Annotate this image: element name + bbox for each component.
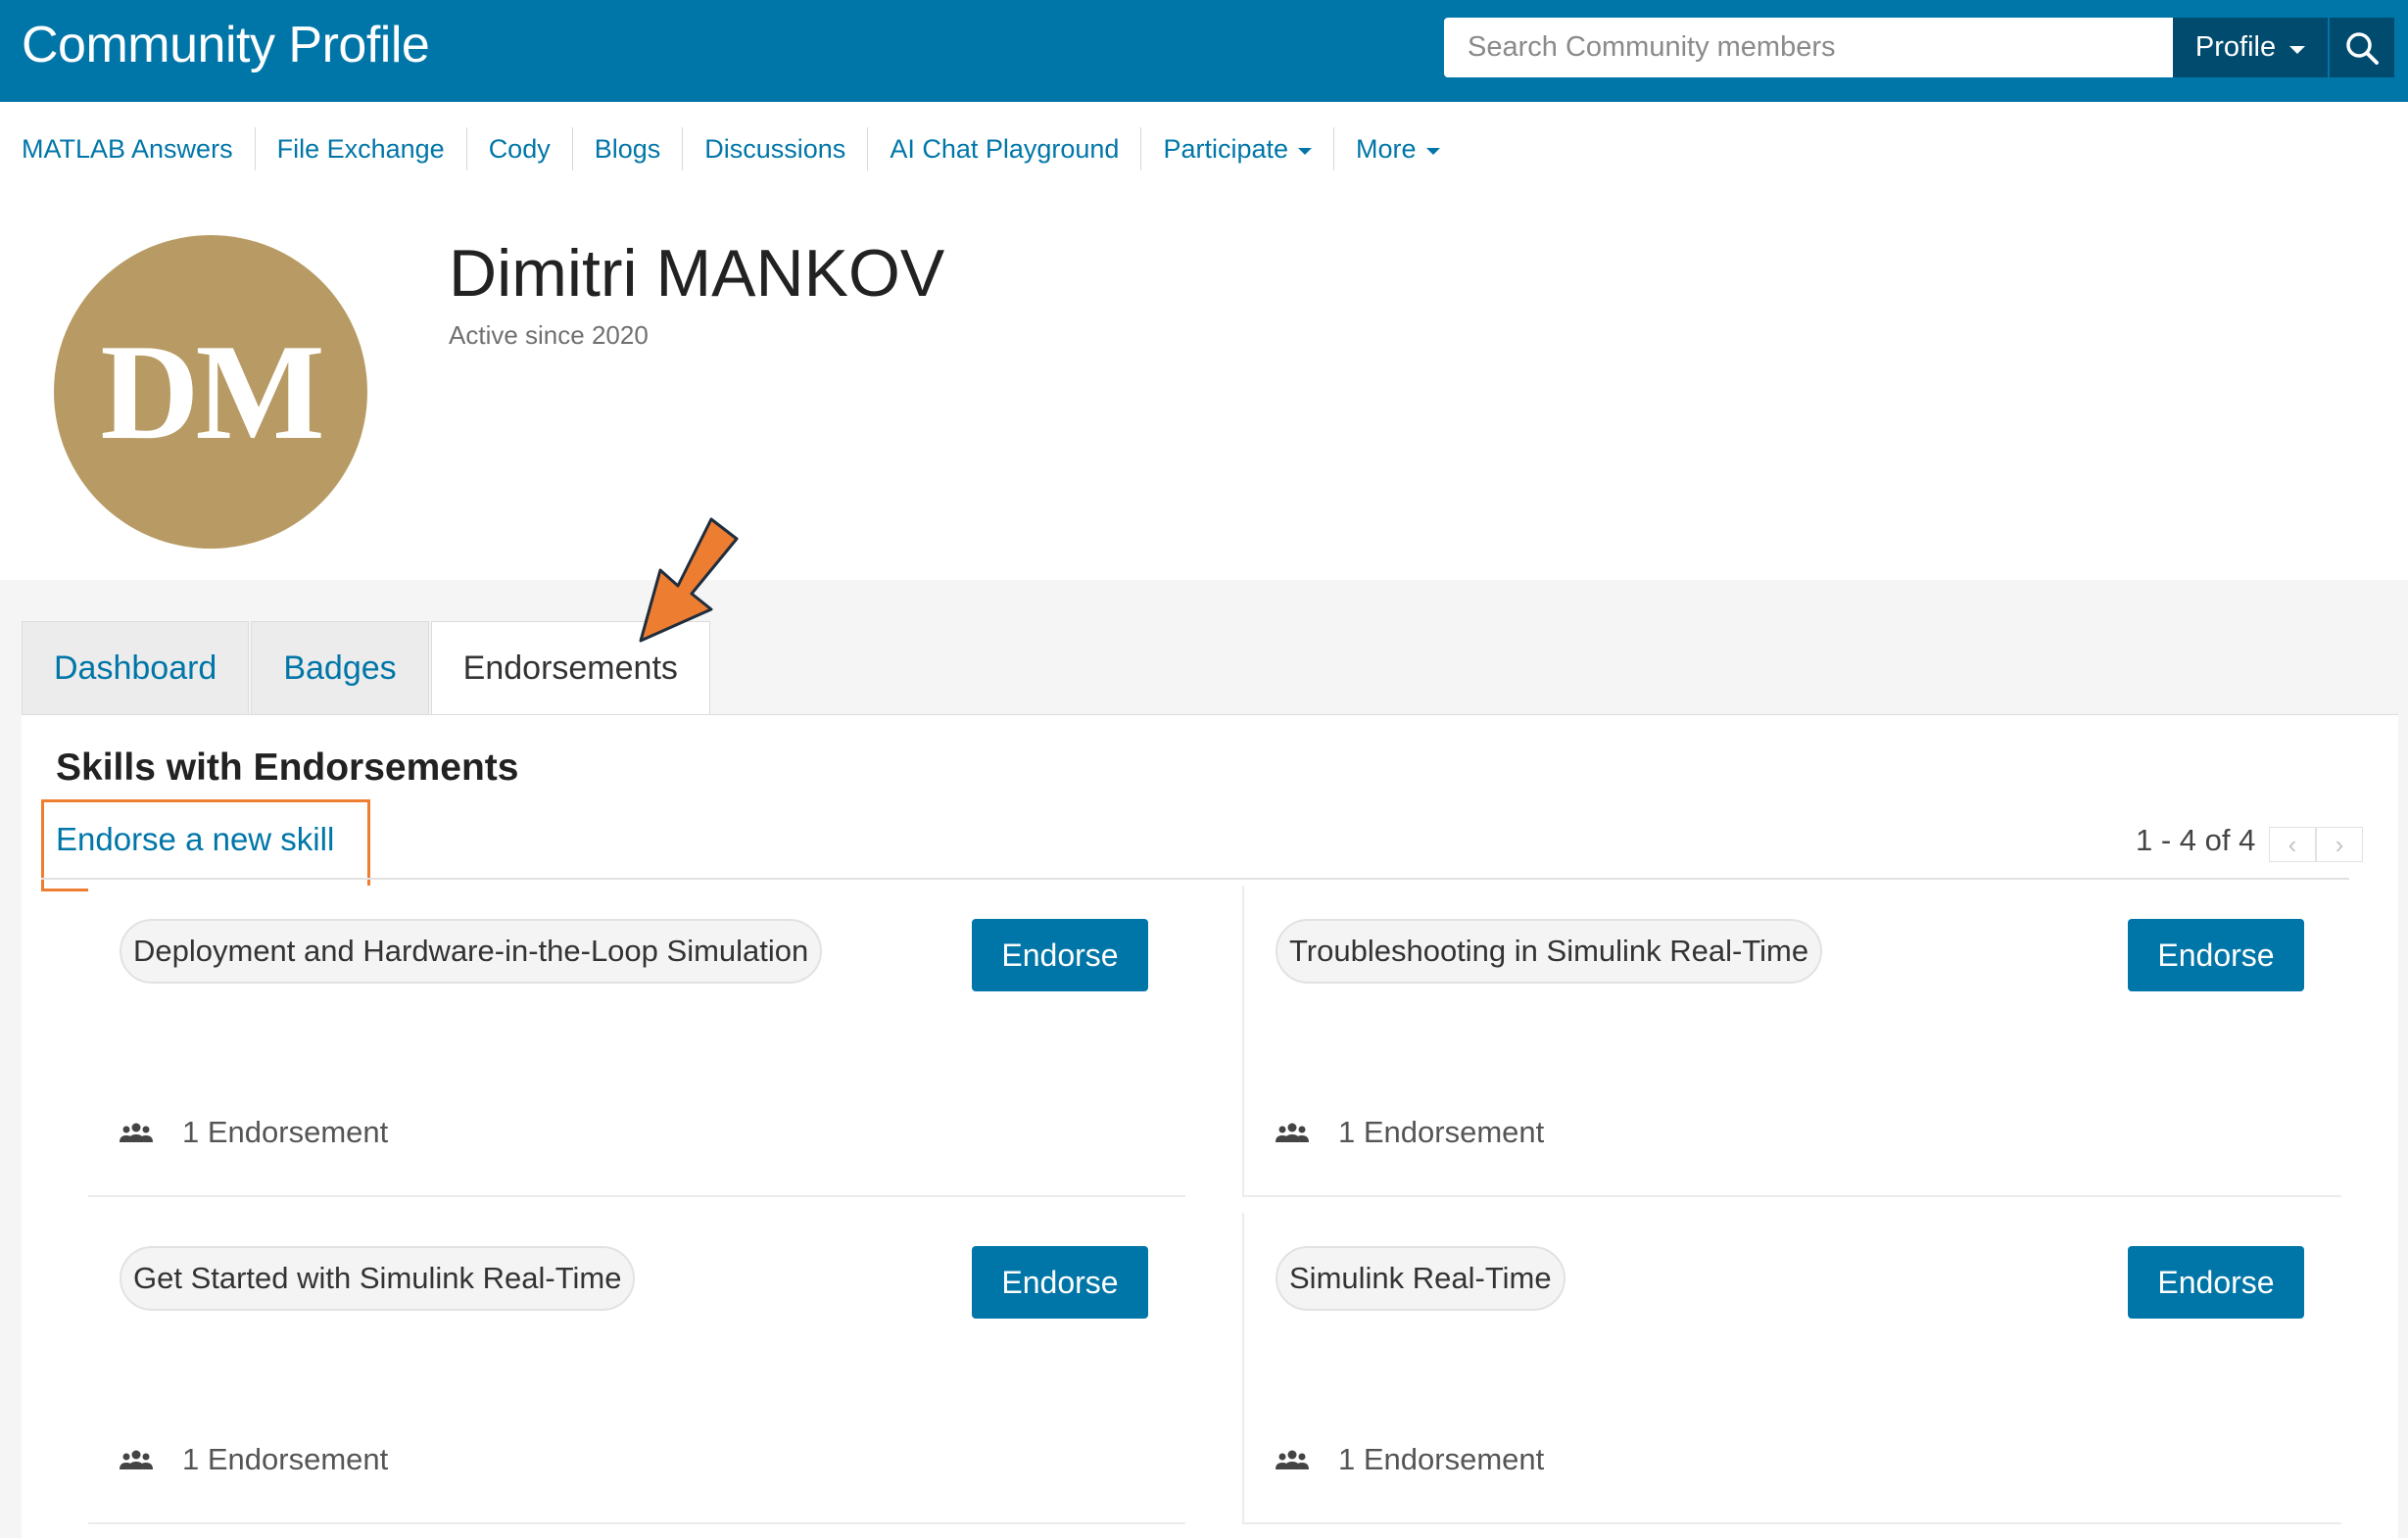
skill-tag[interactable]: Simulink Real-Time (1276, 1246, 1565, 1311)
app-title[interactable]: Community Profile (22, 16, 430, 74)
endorse-button[interactable]: Endorse (2128, 1246, 2304, 1319)
skill-card: Get Started with Simulink Real-Time Endo… (88, 1213, 1185, 1524)
active-since-text: Active since 2020 (449, 320, 649, 350)
search-icon (2346, 31, 2379, 65)
endorse-button[interactable]: Endorse (972, 1246, 1148, 1319)
skill-card: Deployment and Hardware-in-the-Loop Simu… (88, 886, 1185, 1197)
people-icon (120, 1450, 153, 1469)
skill-card: Simulink Real-Time Endorse 1 Endorsement (1242, 1213, 2341, 1524)
nav-cody[interactable]: Cody (467, 127, 573, 170)
section-title: Skills with Endorsements (56, 746, 519, 789)
community-nav: MATLAB Answers File Exchange Cody Blogs … (0, 102, 2408, 196)
endorsement-count: 1 Endorsement (1276, 1113, 1544, 1152)
endorsement-count-label[interactable]: 1 Endorsement (182, 1442, 388, 1477)
endorsement-count: 1 Endorsement (120, 1113, 388, 1152)
endorse-button[interactable]: Endorse (972, 919, 1148, 991)
endorsement-count: 1 Endorsement (120, 1440, 388, 1479)
card-divider (88, 1195, 1185, 1197)
people-icon (1276, 1123, 1309, 1142)
nav-label: AI Chat Playground (890, 134, 1120, 164)
chevron-left-icon: ‹ (2288, 829, 2297, 859)
tab-dashboard[interactable]: Dashboard (22, 621, 250, 715)
pager-prev-button[interactable]: ‹ (2269, 827, 2316, 862)
nav-file-exchange[interactable]: File Exchange (256, 127, 467, 170)
endorsement-count-label[interactable]: 1 Endorsement (1338, 1115, 1544, 1150)
endorse-button[interactable]: Endorse (2128, 919, 2304, 991)
nav-label: MATLAB Answers (22, 134, 233, 164)
chevron-down-icon (1298, 147, 1313, 155)
nav-label: More (1356, 134, 1417, 164)
card-divider (88, 1522, 1185, 1524)
skill-tag[interactable]: Deployment and Hardware-in-the-Loop Simu… (120, 919, 823, 984)
nav-label: Participate (1163, 134, 1289, 164)
skill-card: Troubleshooting in Simulink Real-Time En… (1242, 886, 2341, 1197)
top-header-bar: Community Profile Profile (0, 0, 2408, 102)
skill-tag[interactable]: Get Started with Simulink Real-Time (120, 1246, 636, 1311)
chevron-right-icon: › (2335, 829, 2344, 859)
endorsement-count: 1 Endorsement (1276, 1440, 1544, 1479)
tab-badges[interactable]: Badges (251, 621, 429, 715)
card-divider (1244, 1195, 2341, 1197)
nav-label: File Exchange (276, 134, 445, 164)
profile-dropdown-button[interactable]: Profile (2173, 18, 2328, 77)
pagination-text: 1 - 4 of 4 (2136, 823, 2256, 857)
endorsement-count-label[interactable]: 1 Endorsement (182, 1115, 388, 1150)
nav-discussions[interactable]: Discussions (683, 127, 869, 170)
endorsement-count-label[interactable]: 1 Endorsement (1338, 1442, 1544, 1477)
chevron-down-icon (2289, 45, 2306, 54)
avatar: DM (54, 235, 367, 549)
profile-tabs: Dashboard Badges Endorsements (22, 621, 712, 715)
search-input[interactable] (1444, 18, 2173, 77)
nav-more[interactable]: More (1334, 127, 1462, 170)
chevron-down-icon (1425, 147, 1440, 155)
search-button[interactable] (2330, 18, 2394, 77)
card-divider (1244, 1522, 2341, 1524)
nav-ai-chat-playground[interactable]: AI Chat Playground (868, 127, 1142, 170)
nav-blogs[interactable]: Blogs (573, 127, 684, 170)
annotation-arrow-icon (639, 517, 739, 643)
nav-label: Cody (488, 134, 551, 164)
nav-label: Blogs (594, 134, 661, 164)
people-icon (1276, 1450, 1309, 1469)
profile-name: Dimitri MANKOV (449, 236, 945, 311)
nav-participate[interactable]: Participate (1141, 127, 1335, 170)
nav-matlab-answers[interactable]: MATLAB Answers (0, 127, 256, 170)
profile-label: Profile (2194, 31, 2277, 63)
section-divider (41, 878, 2349, 880)
pager-next-button[interactable]: › (2316, 827, 2363, 862)
nav-label: Discussions (704, 134, 846, 164)
people-icon (120, 1123, 153, 1142)
skill-tag[interactable]: Troubleshooting in Simulink Real-Time (1276, 919, 1823, 984)
